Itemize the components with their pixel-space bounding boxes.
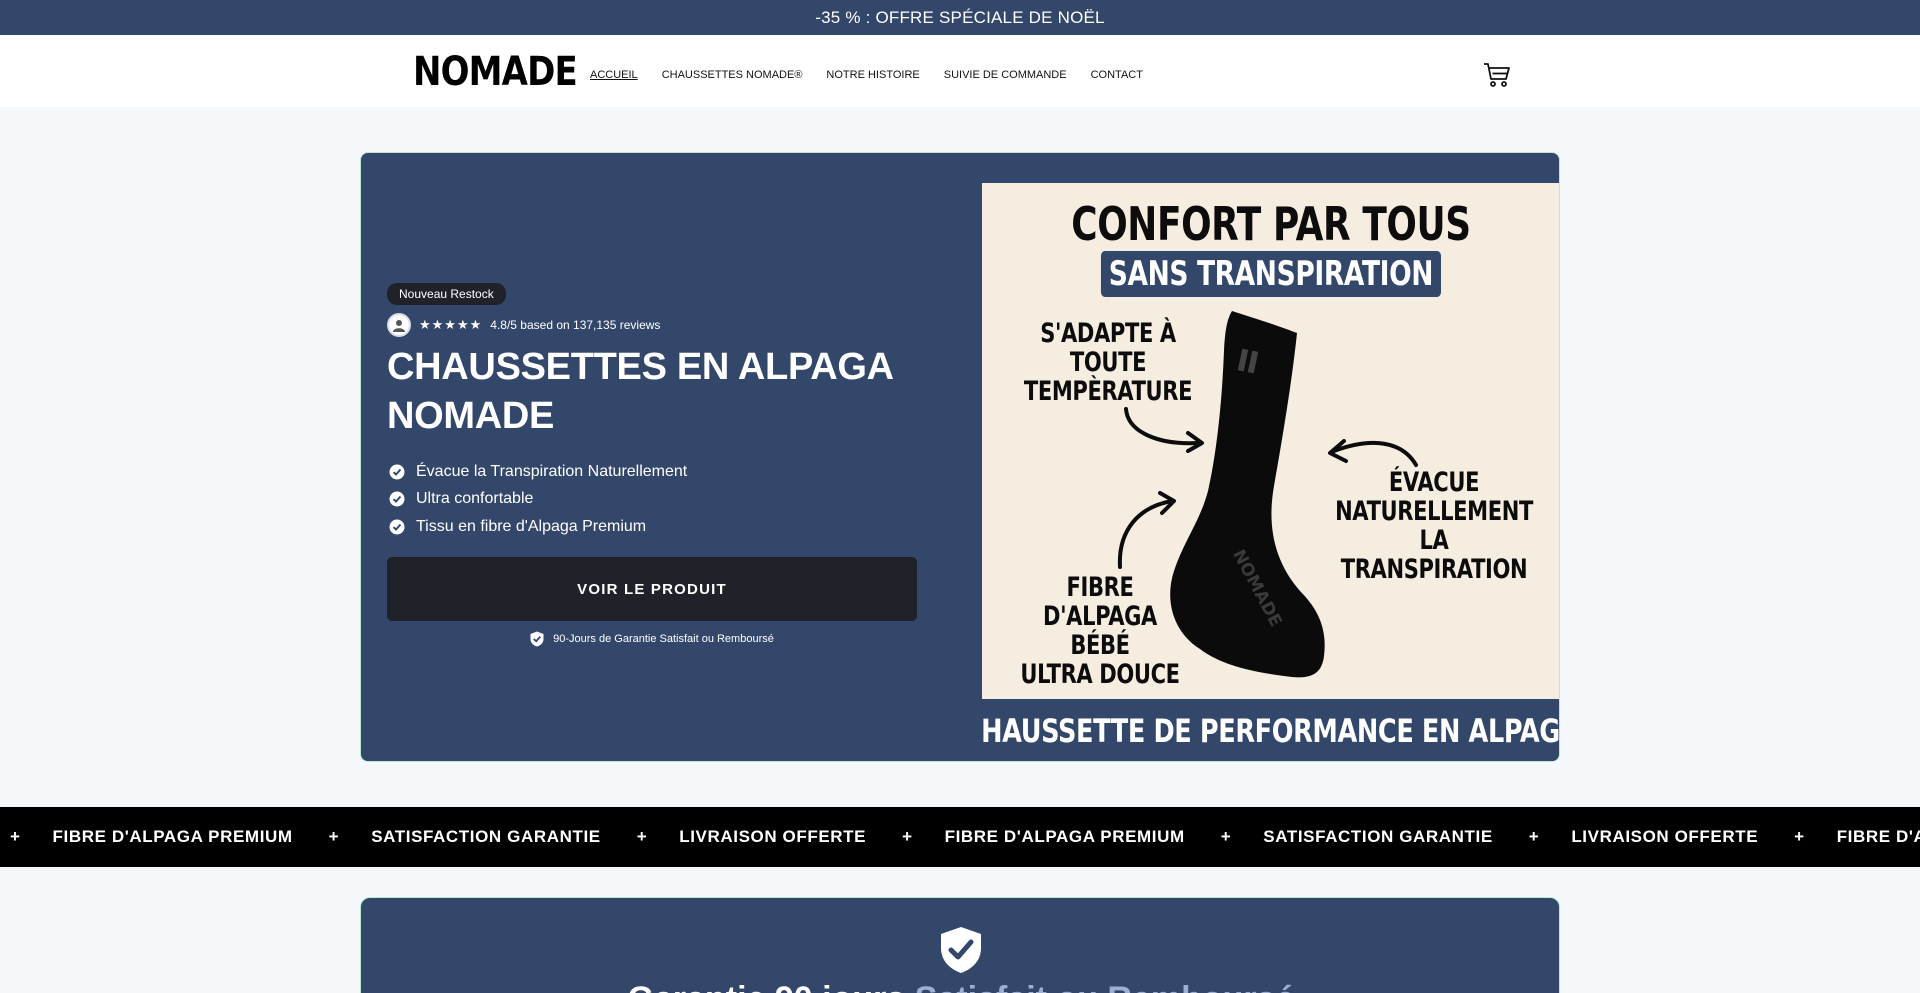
marquee-separator: + [1528,827,1540,846]
rating-row: ★★★★★ 4.8/5 based on 137,135 reviews [387,313,660,337]
check-badge-icon [389,491,405,507]
product-promo-image[interactable]: CONFORT PAR TOUS TEMPS SANS TRANSPIRATIO… [982,183,1560,761]
marquee-track: + FIBRE D'ALPAGA PREMIUM + SATISFACTION … [10,807,1920,867]
promo-label-fibre: FIBRE D'ALPAGA BÉBÉ ULTRA DOUCE [1020,572,1180,690]
feature-item: Tissu en fibre d'Alpaga Premium [389,513,687,541]
restock-badge: Nouveau Restock [387,283,506,305]
brand-logo[interactable]: NOMADE [413,49,578,95]
nav-item-chaussettes[interactable]: CHAUSSETTES NOMADE® [662,69,803,81]
hero-title: CHAUSSETTES EN ALPAGA NOMADE [387,346,893,437]
shield-check-icon [530,631,544,647]
nav-item-suivie-commande[interactable]: SUIVIE DE COMMANDE [944,69,1067,81]
site-header: NOMADE ACCUEIL CHAUSSETTES NOMADE® NOTRE… [0,35,1920,107]
shield-check-icon [941,927,981,973]
alpaca-sock-image: NOMADE [1170,311,1325,678]
star-rating-icon: ★★★★★ [419,317,483,332]
check-badge-icon [389,464,405,480]
feature-item: Évacue la Transpiration Naturellement [389,458,687,486]
marquee-item: SATISFACTION GARANTIE [371,827,601,846]
marquee-separator: + [636,827,648,846]
guarantee-heading-start: Garantie 90 jours [628,980,906,993]
marquee-separator: + [1220,827,1232,846]
feature-text: Ultra confortable [416,490,534,508]
announcement-bar: -35 % : OFFRE SPÉCIALE DE NOËL [0,0,1920,35]
nav-item-notre-histoire[interactable]: NOTRE HISTOIRE [826,69,919,81]
cart-icon[interactable] [1482,59,1512,89]
marquee-item: FIBRE D'ALPAGA PREMIUM [944,827,1185,846]
benefits-marquee: + FIBRE D'ALPAGA PREMIUM + SATISFACTION … [0,807,1920,867]
marquee-separator: + [10,827,21,846]
main-nav: ACCUEIL CHAUSSETTES NOMADE® NOTRE HISTOI… [590,69,1143,81]
reviewer-avatar [387,313,411,337]
marquee-separator: + [1794,827,1805,846]
view-product-button[interactable]: VOIR LE PRODUIT [387,557,917,621]
promo-footer: CHAUSSETTE DE PERFORMANCE EN ALPAGA [982,712,1560,750]
promo-subheadline: SANS TRANSPIRATION [1101,251,1441,297]
nav-item-accueil[interactable]: ACCUEIL [590,69,638,81]
announcement-text: -35 % : OFFRE SPÉCIALE DE NOËL [815,7,1105,27]
marquee-item: LIVRAISON OFFERTE [1571,827,1759,846]
marquee-item: FIBRE D'ALPAGA PREMIUM [52,827,293,846]
arrow-icon [1328,439,1418,467]
guarantee-note: 90-Jours de Garantie Satisfait ou Rembou… [387,631,917,647]
arrow-icon [1124,407,1204,453]
marquee-separator: + [902,827,913,846]
feature-text: Tissu en fibre d'Alpaga Premium [416,517,647,535]
nav-item-contact[interactable]: CONTACT [1091,69,1143,81]
guarantee-heading: Garantie 90 jours Satisfait ou Remboursé [361,980,1559,993]
marquee-item: LIVRAISON OFFERTE [679,827,867,846]
rating-text: 4.8/5 based on 137,135 reviews [490,318,661,332]
arrow-icon [1117,491,1176,569]
guarantee-text: 90-Jours de Garantie Satisfait ou Rembou… [553,633,774,645]
guarantee-heading-accent: Satisfait ou Remboursé [915,980,1295,993]
marquee-separator: + [328,827,340,846]
promo-label-transpiration: ÉVACUE NATURELLEMENT LA TRANSPIRATION [1335,467,1533,585]
guarantee-section: Garantie 90 jours Satisfait ou Remboursé [360,897,1560,993]
reviewer-avatar-icon [393,320,405,332]
feature-text: Évacue la Transpiration Naturellement [416,462,688,480]
marquee-item: FIBRE D'ALPAGA PREMIUM [1836,827,1920,846]
promo-image-area: CONFORT PAR TOUS TEMPS SANS TRANSPIRATIO… [982,183,1559,699]
feature-list: Évacue la Transpiration Naturellement Ul… [389,458,687,541]
check-badge-icon [389,519,405,535]
feature-item: Ultra confortable [389,486,687,514]
marquee-item: SATISFACTION GARANTIE [1263,827,1493,846]
hero-panel: Nouveau Restock ★★★★★ 4.8/5 based on 137… [360,152,1560,762]
